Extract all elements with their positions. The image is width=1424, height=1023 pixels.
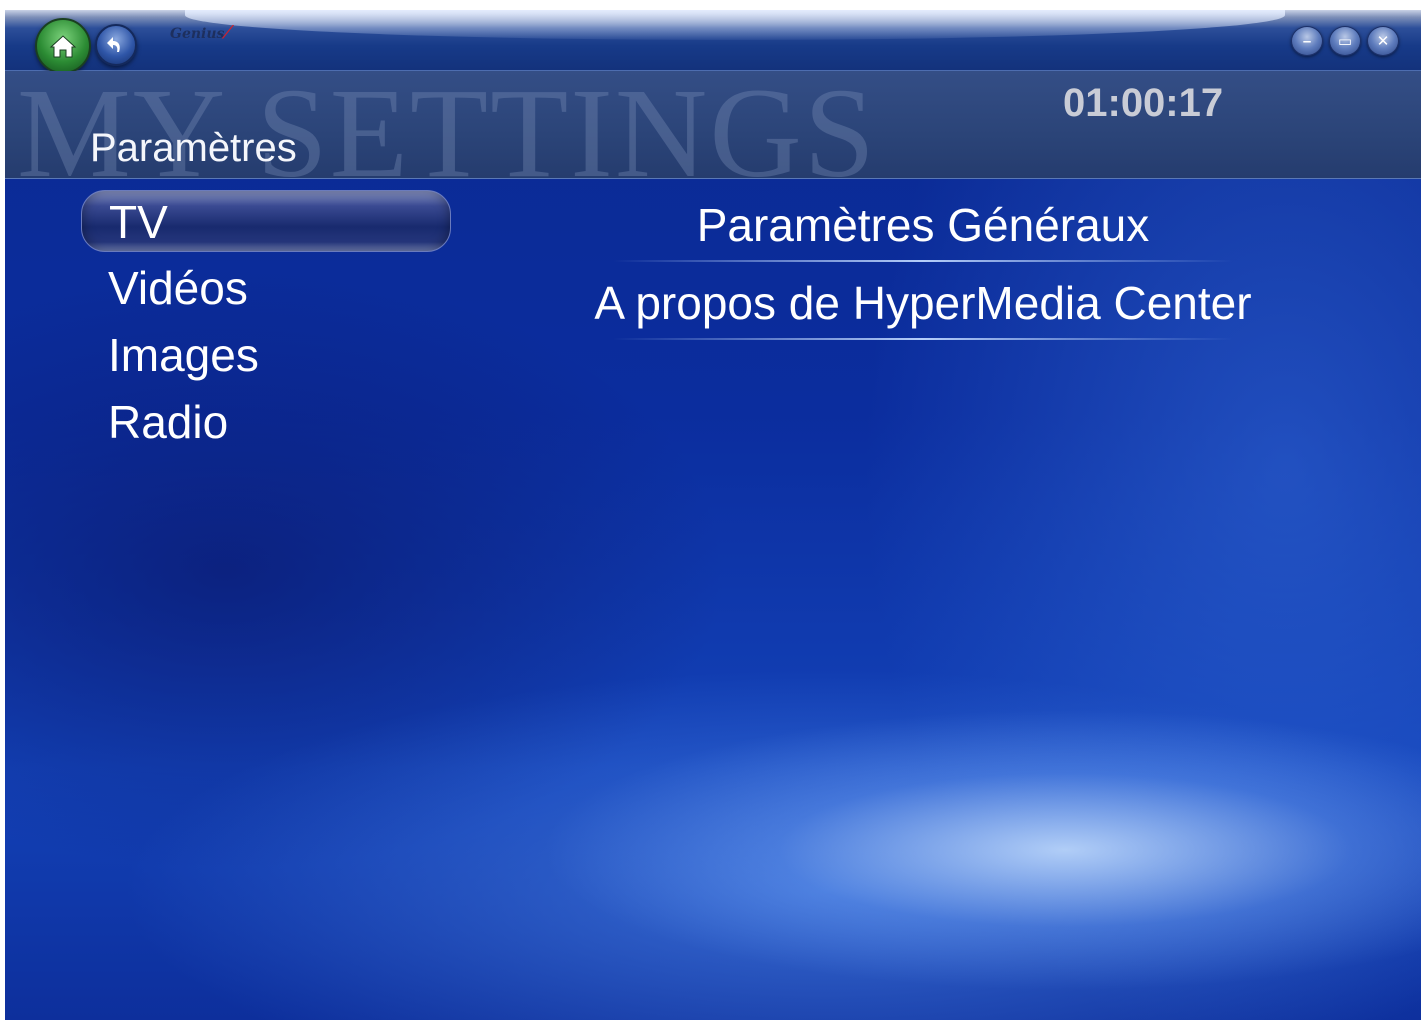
menu-item-label: Images bbox=[108, 329, 259, 381]
menu-item-images[interactable]: Images bbox=[81, 324, 451, 386]
minimize-icon: – bbox=[1302, 32, 1312, 50]
menu-item-label: Radio bbox=[108, 396, 229, 448]
option-label: Paramètres Généraux bbox=[696, 199, 1150, 251]
close-icon: ✕ bbox=[1376, 33, 1390, 50]
menu-item-label: TV bbox=[109, 196, 168, 248]
logo-swoosh-icon: ⁄ bbox=[226, 22, 230, 43]
back-arrow-icon bbox=[107, 37, 120, 52]
option-divider bbox=[613, 338, 1233, 340]
title-bar: Genius ⁄ – ▭ ✕ bbox=[5, 10, 1421, 74]
menu-item-tv[interactable]: TV bbox=[81, 190, 451, 252]
option-label: A propos de HyperMedia Center bbox=[594, 277, 1252, 329]
option-about[interactable]: A propos de HyperMedia Center bbox=[553, 272, 1293, 340]
page-title: Paramètres bbox=[90, 126, 297, 170]
menu-item-radio[interactable]: Radio bbox=[81, 391, 451, 453]
maximize-button[interactable]: ▭ bbox=[1329, 26, 1361, 56]
settings-category-menu: TV Vidéos Images Radio bbox=[81, 190, 451, 458]
home-button[interactable] bbox=[35, 18, 91, 74]
back-button[interactable] bbox=[95, 24, 137, 66]
header-band: MY SETTINGS Paramètres 01:00:17 bbox=[5, 71, 1421, 179]
genius-logo: Genius ⁄ bbox=[170, 22, 229, 43]
settings-options-list: Paramètres Généraux A propos de HyperMed… bbox=[553, 194, 1293, 350]
media-center-window: Genius ⁄ – ▭ ✕ MY SETTINGS Paramètres 01:… bbox=[5, 10, 1421, 1020]
option-general-settings[interactable]: Paramètres Généraux bbox=[553, 194, 1293, 262]
close-button[interactable]: ✕ bbox=[1367, 26, 1399, 56]
maximize-icon: ▭ bbox=[1337, 33, 1353, 50]
minimize-button[interactable]: – bbox=[1291, 26, 1323, 56]
option-divider bbox=[613, 260, 1233, 262]
logo-text: Genius bbox=[170, 26, 225, 42]
menu-item-label: Vidéos bbox=[108, 262, 248, 314]
menu-item-videos[interactable]: Vidéos bbox=[81, 257, 451, 319]
home-icon bbox=[49, 35, 77, 58]
clock: 01:00:17 bbox=[1063, 81, 1224, 125]
